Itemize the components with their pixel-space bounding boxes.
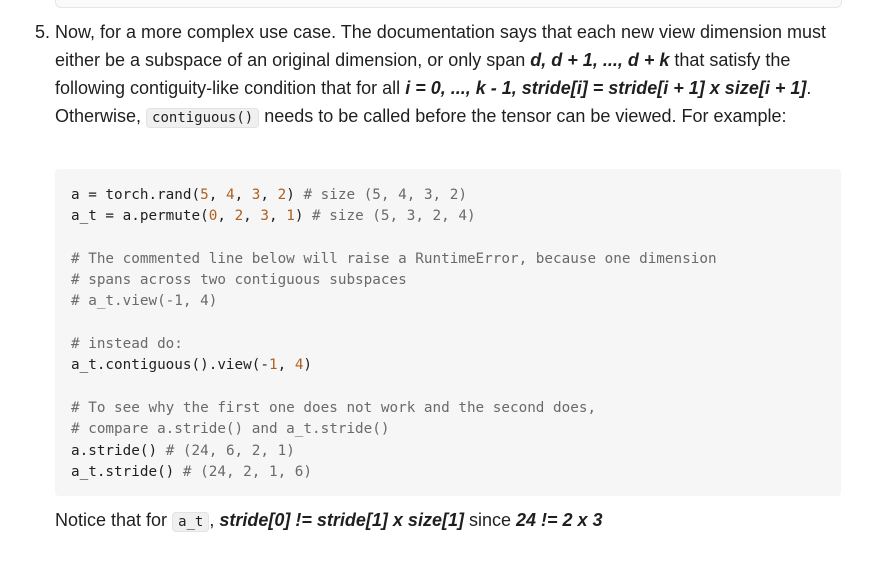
code-line: # compare a.stride() and a_t.stride() xyxy=(71,421,390,438)
list-item-5: 5. Now, for a more complex use case. The… xyxy=(35,18,845,132)
text-span: Notice that for xyxy=(55,510,173,530)
code-line: # instead do: xyxy=(71,336,183,353)
code-line: a_t.stride() # (24, 2, 1, 6) xyxy=(71,463,313,480)
emphasis-span: stride[0] != stride[1] x size[1] xyxy=(219,510,464,530)
inline-code: a_t xyxy=(172,512,210,532)
text-span: since xyxy=(463,510,516,530)
code-line: a_t = a.permute(0, 2, 3, 1) # size (5, 3… xyxy=(71,208,476,225)
previous-block-edge xyxy=(55,0,842,8)
text-span: needs to be called before the tensor can… xyxy=(259,106,787,126)
code-line: a_t.contiguous().view(-1, 4) xyxy=(71,357,313,374)
notice-paragraph: Notice that for a_t, stride[0] != stride… xyxy=(55,506,603,536)
emphasis-span: 24 != 2 x 3 xyxy=(515,510,603,530)
code-line: a.stride() # (24, 6, 2, 1) xyxy=(71,442,295,459)
code-line: # a_t.view(-1, 4) xyxy=(71,293,218,310)
list-item-body: Now, for a more complex use case. The do… xyxy=(55,18,845,132)
code-block: a = torch.rand(5, 4, 3, 2) # size (5, 4,… xyxy=(55,169,841,496)
emphasis-span: i = 0, ..., k - 1, stride[i] = stride[i … xyxy=(405,78,807,98)
inline-code: contiguous() xyxy=(146,108,260,128)
code-line: # spans across two contiguous subspaces xyxy=(71,272,407,289)
code-line: # To see why the first one does not work… xyxy=(71,399,597,416)
emphasis-span: d, d + 1, ..., d + k xyxy=(530,50,670,70)
code-line: # The commented line below will raise a … xyxy=(71,250,717,267)
explanation-paragraph: Now, for a more complex use case. The do… xyxy=(55,18,845,132)
list-number: 5. xyxy=(35,22,51,42)
code-line: a = torch.rand(5, 4, 3, 2) # size (5, 4,… xyxy=(71,187,467,203)
text-span: , xyxy=(209,510,220,530)
